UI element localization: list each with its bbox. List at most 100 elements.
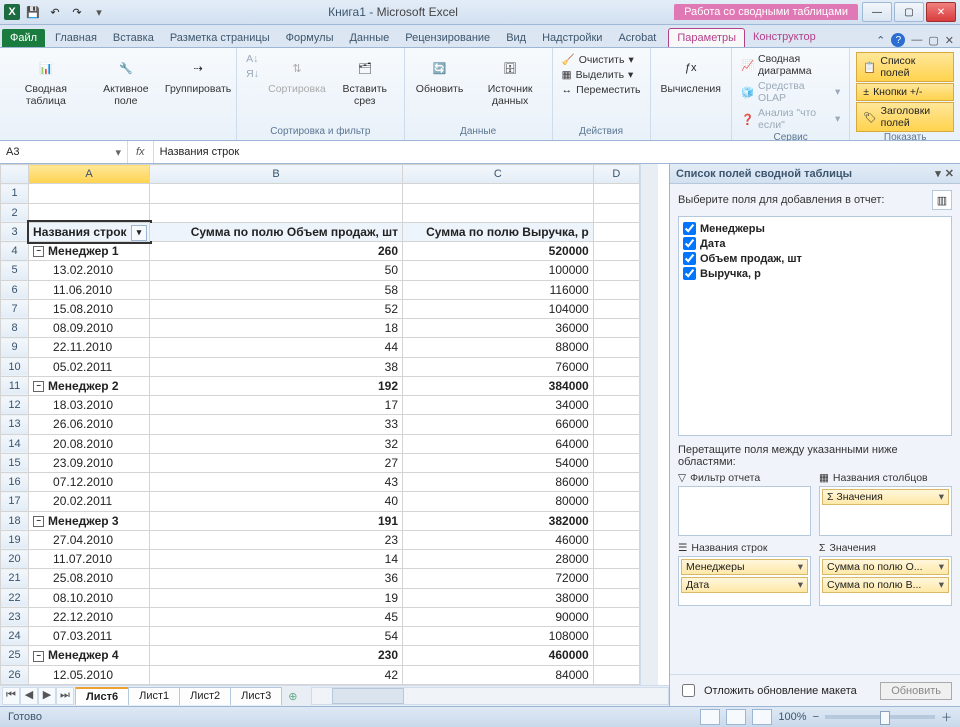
cell[interactable]: 07.03.2011 xyxy=(29,627,150,646)
field-item[interactable]: Выручка, р xyxy=(683,266,947,281)
col-header-A[interactable]: A xyxy=(29,165,150,184)
row-header-6[interactable]: 6 xyxy=(1,280,29,299)
zone-item-dropdown-icon[interactable]: ▾ xyxy=(798,561,803,573)
whatif-button[interactable]: ❓Анализ "что если"▾ xyxy=(738,106,843,132)
insert-slicer-button[interactable]: 🗂 Вставить срез xyxy=(332,52,398,109)
cell[interactable]: 104000 xyxy=(403,299,594,318)
cell[interactable]: 86000 xyxy=(403,473,594,492)
change-source-button[interactable]: 🗄 Источник данных xyxy=(475,52,546,109)
tab-file[interactable]: Файл xyxy=(2,29,45,47)
cell[interactable]: 27 xyxy=(150,453,403,472)
row-zone[interactable]: ☰Названия строк Менеджеры▾Дата▾ xyxy=(678,542,811,606)
cell[interactable]: 45 xyxy=(150,607,403,626)
sort-button[interactable]: ⇅ Сортировка xyxy=(268,52,326,98)
select-button[interactable]: ▦Выделить▾ xyxy=(559,68,644,82)
row-header-12[interactable]: 12 xyxy=(1,396,29,415)
pane-close-icon[interactable]: ✕ xyxy=(945,167,954,180)
tab-Конструктор[interactable]: Конструктор xyxy=(745,28,824,47)
zone-item[interactable]: Дата▾ xyxy=(681,577,808,593)
cell[interactable]: 58 xyxy=(150,280,403,299)
new-sheet-icon[interactable]: ⊕ xyxy=(282,690,303,703)
pivot-colC-header[interactable]: Сумма по полю Выручка, р xyxy=(403,222,594,241)
cell[interactable]: 23 xyxy=(150,530,403,549)
help-icon[interactable]: ? xyxy=(891,33,905,47)
cell[interactable]: 07.12.2010 xyxy=(29,473,150,492)
collapse-icon[interactable]: − xyxy=(33,381,44,392)
cell[interactable]: 116000 xyxy=(403,280,594,299)
sheet-tab-Лист2[interactable]: Лист2 xyxy=(179,687,231,705)
fx-icon[interactable]: fx xyxy=(128,141,154,163)
minimize-button[interactable]: — xyxy=(862,2,892,22)
cell[interactable]: 80000 xyxy=(403,492,594,511)
col-header-B[interactable]: B xyxy=(150,165,403,184)
save-icon[interactable]: 💾 xyxy=(24,3,42,21)
col-header-D[interactable]: D xyxy=(593,165,639,184)
pivot-chart-button[interactable]: 📈Сводная диаграмма xyxy=(738,52,843,78)
zone-item-dropdown-icon[interactable]: ▾ xyxy=(939,579,944,591)
pivot-colB-header[interactable]: Сумма по полю Объем продаж, шт xyxy=(150,222,403,241)
redo-icon[interactable]: ↷ xyxy=(68,3,86,21)
field-item[interactable]: Объем продаж, шт xyxy=(683,251,947,266)
minimize-ribbon-icon[interactable]: ⌃ xyxy=(876,34,885,47)
namebox-dropdown-icon[interactable]: ▾ xyxy=(115,146,121,159)
pivot-table-button[interactable]: 📊 Сводная таблица xyxy=(6,52,86,109)
row-header-9[interactable]: 9 xyxy=(1,338,29,357)
collapse-icon[interactable]: − xyxy=(33,516,44,527)
cell[interactable]: 52 xyxy=(150,299,403,318)
undo-icon[interactable]: ↶ xyxy=(46,3,64,21)
cell[interactable]: 08.09.2010 xyxy=(29,319,150,338)
collapse-icon[interactable]: − xyxy=(33,246,44,257)
spreadsheet-table[interactable]: ABCD123Названия строк▾Сумма по полю Объе… xyxy=(0,164,640,685)
cell[interactable]: 192 xyxy=(150,376,403,395)
vertical-scrollbar[interactable] xyxy=(640,164,658,685)
view-page-layout-button[interactable] xyxy=(726,709,746,725)
cell[interactable]: 384000 xyxy=(403,376,594,395)
row-header-22[interactable]: 22 xyxy=(1,588,29,607)
values-zone[interactable]: ΣЗначения Сумма по полю О...▾Сумма по по… xyxy=(819,542,952,606)
cell[interactable]: −Менеджер 1 xyxy=(29,242,150,261)
row-header-18[interactable]: 18 xyxy=(1,511,29,530)
cell[interactable]: 38 xyxy=(150,357,403,376)
sheet-tab-Лист6[interactable]: Лист6 xyxy=(75,687,129,705)
row-header-1[interactable]: 1 xyxy=(1,184,29,203)
cell[interactable]: 76000 xyxy=(403,357,594,376)
cell[interactable]: 18.03.2010 xyxy=(29,396,150,415)
row-header-26[interactable]: 26 xyxy=(1,665,29,685)
zoom-slider[interactable] xyxy=(825,715,935,719)
cell[interactable]: 22.12.2010 xyxy=(29,607,150,626)
row-header-17[interactable]: 17 xyxy=(1,492,29,511)
field-checkbox[interactable] xyxy=(683,237,696,250)
filter-zone[interactable]: ▽Фильтр отчета xyxy=(678,472,811,536)
cell[interactable]: −Менеджер 4 xyxy=(29,646,150,665)
group-button[interactable]: ⇢ Группировать xyxy=(166,52,230,98)
row-header-13[interactable]: 13 xyxy=(1,415,29,434)
cell[interactable]: 88000 xyxy=(403,338,594,357)
cell[interactable]: 20.08.2010 xyxy=(29,434,150,453)
zone-item-dropdown-icon[interactable]: ▾ xyxy=(939,561,944,573)
cell[interactable]: 260 xyxy=(150,242,403,261)
maximize-button[interactable]: ▢ xyxy=(894,2,924,22)
field-headers-toggle[interactable]: 🏷Заголовки полей xyxy=(856,102,954,132)
update-button[interactable]: Обновить xyxy=(880,682,952,700)
cell[interactable]: 84000 xyxy=(403,665,594,685)
tab-Данные[interactable]: Данные xyxy=(341,29,397,47)
view-page-break-button[interactable] xyxy=(752,709,772,725)
select-all-cell[interactable] xyxy=(1,165,29,184)
row-header-23[interactable]: 23 xyxy=(1,607,29,626)
cell[interactable]: 36000 xyxy=(403,319,594,338)
row-header-14[interactable]: 14 xyxy=(1,434,29,453)
cell[interactable]: 18 xyxy=(150,319,403,338)
active-field-button[interactable]: 🔧 Активное поле xyxy=(92,52,160,109)
cell[interactable]: 15.08.2010 xyxy=(29,299,150,318)
sort-desc-button[interactable]: Я↓ xyxy=(243,67,262,81)
tab-Вставка[interactable]: Вставка xyxy=(105,29,162,47)
sheet-tab-Лист3[interactable]: Лист3 xyxy=(230,687,282,705)
row-labels-filter-icon[interactable]: ▾ xyxy=(131,225,147,241)
column-zone[interactable]: ▦Названия столбцов Σ Значения▾ xyxy=(819,472,952,536)
zoom-out-icon[interactable]: − xyxy=(813,711,819,723)
layout-options-button[interactable]: ▥ xyxy=(932,190,952,210)
cell[interactable]: 19 xyxy=(150,588,403,607)
zone-item[interactable]: Σ Значения▾ xyxy=(822,489,949,505)
cell[interactable]: 44 xyxy=(150,338,403,357)
move-button[interactable]: ↔Переместить xyxy=(559,83,644,97)
